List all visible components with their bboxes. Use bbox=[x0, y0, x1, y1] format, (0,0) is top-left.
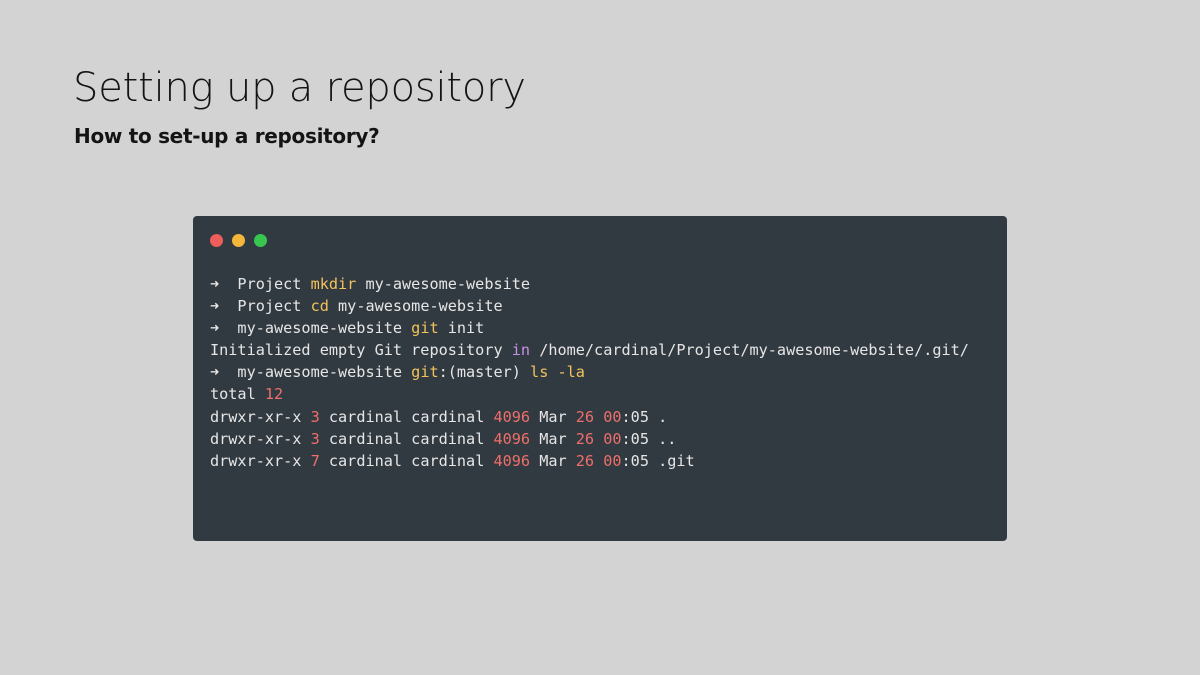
terminal-text-token: ➜ Project bbox=[210, 275, 311, 293]
terminal-text-token: :05 .git bbox=[621, 451, 695, 470]
terminal-line: ➜ my-awesome-website git:(master) ls -la bbox=[210, 361, 997, 383]
terminal-line: drwxr-xr-x 3 cardinal cardinal 4096 Mar … bbox=[210, 428, 997, 450]
terminal-text-token: cardinal cardinal bbox=[319, 451, 494, 470]
terminal-text-token: init bbox=[438, 319, 485, 338]
terminal-text-token: drwxr-xr-x bbox=[210, 407, 311, 426]
terminal-text-token: ➜ Project bbox=[210, 297, 311, 316]
terminal-text-token bbox=[594, 408, 603, 426]
slide-title: Setting up a repository bbox=[73, 65, 526, 111]
terminal-text-token: total bbox=[210, 385, 265, 404]
terminal-number-token: 00 bbox=[603, 429, 622, 448]
terminal-text-token: Mar bbox=[530, 429, 576, 448]
terminal-command-token: ls -la bbox=[530, 363, 585, 382]
terminal-line: ➜ Project cd my-awesome-website bbox=[210, 295, 997, 317]
terminal-text-token: ➜ my-awesome-website bbox=[210, 319, 412, 338]
terminal-line: ➜ Project mkdir my-awesome-website bbox=[210, 273, 997, 295]
terminal-number-token: 26 bbox=[575, 451, 595, 470]
terminal-text-token: :05 . bbox=[621, 407, 668, 426]
terminal-text-token: Initialized empty Git repository bbox=[210, 341, 512, 360]
terminal-number-token: 00 bbox=[603, 407, 622, 426]
terminal-number-token: 3 bbox=[310, 407, 320, 426]
terminal-number-token: 26 bbox=[575, 429, 595, 448]
terminal-text-token: my-awesome-website bbox=[356, 275, 531, 293]
terminal-line: Initialized empty Git repository in /hom… bbox=[210, 339, 997, 361]
window-controls bbox=[210, 234, 267, 247]
terminal-text-token: my-awesome-website bbox=[328, 297, 503, 316]
terminal-number-token: 4096 bbox=[493, 451, 531, 470]
terminal-output: ➜ Project mkdir my-awesome-website ➜ Proj… bbox=[210, 273, 997, 472]
terminal-number-token: 4096 bbox=[493, 407, 531, 426]
terminal-line: drwxr-xr-x 3 cardinal cardinal 4096 Mar … bbox=[210, 406, 997, 428]
terminal-keyword-token: in bbox=[511, 341, 531, 360]
terminal-command-token: cd bbox=[310, 297, 329, 316]
terminal-window: ➜ Project mkdir my-awesome-website ➜ Proj… bbox=[193, 216, 1007, 541]
terminal-text-token: :05 .. bbox=[621, 429, 677, 448]
terminal-text-token bbox=[594, 430, 603, 448]
terminal-line: total 12 bbox=[210, 383, 997, 405]
slide-subtitle: How to set-up a repository? bbox=[74, 124, 380, 148]
terminal-number-token: 26 bbox=[575, 407, 595, 426]
terminal-line: drwxr-xr-x 7 cardinal cardinal 4096 Mar … bbox=[210, 450, 997, 472]
maximize-window-dot[interactable] bbox=[254, 234, 267, 247]
terminal-text-token: cardinal cardinal bbox=[319, 429, 494, 448]
close-window-dot[interactable] bbox=[210, 234, 223, 247]
terminal-number-token: 12 bbox=[264, 385, 284, 404]
terminal-text-token bbox=[594, 452, 603, 470]
minimize-window-dot[interactable] bbox=[232, 234, 245, 247]
terminal-number-token: 7 bbox=[310, 451, 320, 470]
terminal-text-token: ➜ my-awesome-website bbox=[210, 363, 412, 382]
terminal-command-token: mkdir bbox=[310, 275, 357, 293]
terminal-text-token: cardinal cardinal bbox=[319, 407, 494, 426]
terminal-text-token: drwxr-xr-x bbox=[210, 451, 311, 470]
terminal-line: ➜ my-awesome-website git init bbox=[210, 317, 997, 339]
terminal-text-token: Mar bbox=[530, 407, 576, 426]
terminal-command-token: git bbox=[411, 363, 439, 382]
terminal-number-token: 4096 bbox=[493, 429, 531, 448]
terminal-command-token: git bbox=[411, 319, 439, 338]
terminal-number-token: 00 bbox=[603, 451, 622, 470]
terminal-text-token: :(master) bbox=[438, 363, 531, 382]
terminal-text-token: drwxr-xr-x bbox=[210, 429, 311, 448]
terminal-text-token: /home/cardinal/Project/my-awesome-websit… bbox=[530, 341, 969, 360]
terminal-number-token: 3 bbox=[310, 429, 320, 448]
terminal-text-token: Mar bbox=[530, 451, 576, 470]
